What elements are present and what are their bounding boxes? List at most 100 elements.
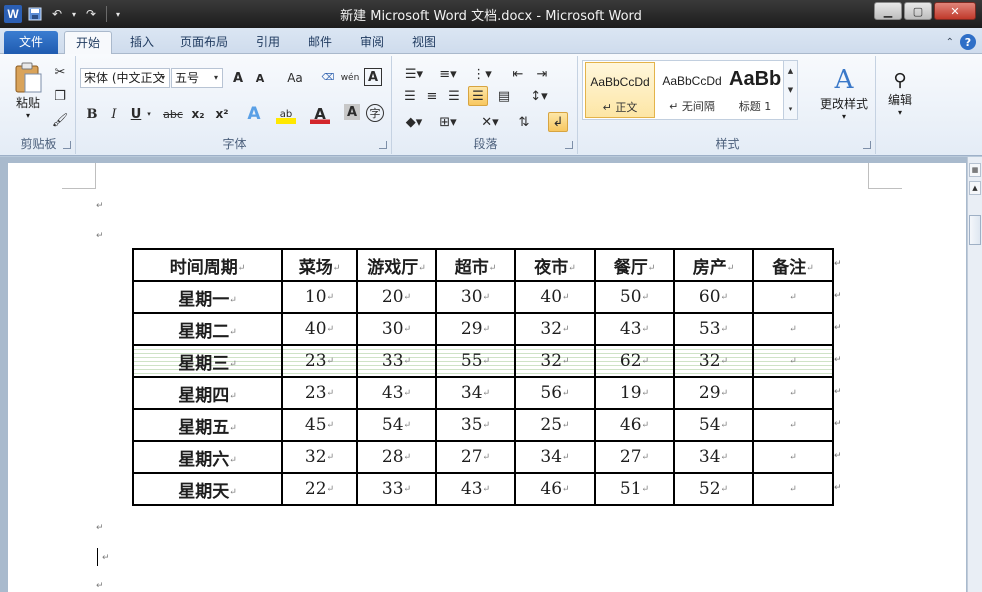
tab-review[interactable]: 审阅	[350, 31, 394, 54]
day-cell[interactable]: 星期二↵	[132, 312, 283, 346]
chevron-up-icon[interactable]: ▲	[788, 67, 793, 75]
value-cell[interactable]: 34↵	[673, 440, 754, 474]
value-cell[interactable]: 33↵	[356, 472, 437, 506]
day-cell[interactable]: 星期一↵	[132, 280, 283, 314]
align-right-icon[interactable]: ☰	[444, 86, 464, 106]
distributed-icon[interactable]: ▤	[494, 86, 514, 106]
value-cell[interactable]: 23↵	[281, 376, 358, 410]
style-heading-1[interactable]: AaBb 标题 1	[729, 62, 781, 118]
value-cell[interactable]: 56↵	[514, 376, 596, 410]
value-cell[interactable]: 35↵	[435, 408, 516, 442]
font-size-combo[interactable]: 五号 ▾	[171, 68, 223, 88]
value-cell[interactable]: 32↵	[514, 312, 596, 346]
day-cell[interactable]: 星期天↵	[132, 472, 283, 506]
value-cell[interactable]: 30↵	[356, 312, 437, 346]
value-cell[interactable]: 51↵	[594, 472, 675, 506]
minimize-ribbon-icon[interactable]: ⌃	[946, 37, 954, 48]
value-cell[interactable]: ↵	[752, 408, 834, 442]
value-cell[interactable]: 46↵	[594, 408, 675, 442]
close-button[interactable]: ✕	[934, 2, 976, 20]
header-cell[interactable]: 备注↵	[752, 248, 834, 282]
day-cell[interactable]: 星期三↵	[132, 344, 283, 378]
line-spacing-icon[interactable]: ↕▾	[526, 86, 552, 106]
value-cell[interactable]: 32↵	[514, 344, 596, 378]
value-cell[interactable]: 27↵	[594, 440, 675, 474]
underline-button[interactable]: U	[126, 104, 146, 124]
value-cell[interactable]: 40↵	[281, 312, 358, 346]
style-gallery-scroll[interactable]: ▲ ▼ ▾	[783, 61, 797, 119]
underline-dropdown-icon[interactable]: ▾	[144, 104, 154, 124]
chevron-down-icon[interactable]: ▼	[788, 86, 793, 94]
value-cell[interactable]: 27↵	[435, 440, 516, 474]
font-color-icon[interactable]: A	[310, 104, 330, 124]
value-cell[interactable]: 29↵	[435, 312, 516, 346]
scroll-thumb[interactable]	[969, 215, 981, 245]
copy-icon[interactable]: ❐	[50, 86, 70, 106]
value-cell[interactable]: 55↵	[435, 344, 516, 378]
style-no-spacing[interactable]: AaBbCcDd ↵ 无间隔	[657, 62, 727, 118]
header-cell[interactable]: 餐厅↵	[594, 248, 675, 282]
italic-button[interactable]: I	[104, 104, 124, 124]
subscript-button[interactable]: x₂	[188, 104, 208, 124]
value-cell[interactable]: 25↵	[514, 408, 596, 442]
value-cell[interactable]: 19↵	[594, 376, 675, 410]
numbering-icon[interactable]: ≡▾	[434, 64, 462, 84]
value-cell[interactable]: ↵	[752, 472, 834, 506]
value-cell[interactable]: 29↵	[673, 376, 754, 410]
justify-icon[interactable]: ☰	[468, 86, 488, 106]
tab-file[interactable]: 文件	[4, 31, 58, 54]
multilevel-list-icon[interactable]: ⋮▾	[468, 64, 496, 84]
value-cell[interactable]: 34↵	[435, 376, 516, 410]
tab-view[interactable]: 视图	[402, 31, 446, 54]
more-icon[interactable]: ▾	[789, 105, 793, 113]
paste-button[interactable]: 粘贴 ▾	[8, 60, 48, 122]
value-cell[interactable]: 60↵	[673, 280, 754, 314]
value-cell[interactable]: 40↵	[514, 280, 596, 314]
change-styles-button[interactable]: A 更改样式 ▾	[816, 58, 872, 128]
value-cell[interactable]: 28↵	[356, 440, 437, 474]
enclose-characters-icon[interactable]: 字	[366, 104, 384, 122]
value-cell[interactable]: 20↵	[356, 280, 437, 314]
font-launcher-icon[interactable]	[379, 141, 387, 149]
character-border-icon[interactable]: A	[364, 68, 382, 86]
strikethrough-button[interactable]: abc	[160, 104, 186, 124]
borders-icon[interactable]: ⊞▾	[434, 112, 462, 132]
header-cell[interactable]: 时间周期↵	[132, 248, 283, 282]
clipboard-launcher-icon[interactable]	[63, 141, 71, 149]
value-cell[interactable]: 46↵	[514, 472, 596, 506]
change-case-icon[interactable]: Aa	[282, 68, 308, 88]
value-cell[interactable]: ↵	[752, 344, 834, 378]
style-normal[interactable]: AaBbCcDd ↵ 正文	[585, 62, 655, 118]
day-cell[interactable]: 星期四↵	[132, 376, 283, 410]
cut-icon[interactable]: ✂	[50, 62, 70, 82]
value-cell[interactable]: 52↵	[673, 472, 754, 506]
text-effects-icon[interactable]: A	[244, 104, 264, 124]
grow-font-icon[interactable]: A	[228, 68, 248, 88]
value-cell[interactable]: 33↵	[356, 344, 437, 378]
vertical-scrollbar[interactable]: ▦ ▲	[967, 157, 982, 592]
value-cell[interactable]: 53↵	[673, 312, 754, 346]
value-cell[interactable]: 54↵	[673, 408, 754, 442]
shrink-font-icon[interactable]: A	[250, 68, 270, 88]
align-center-icon[interactable]: ≡	[422, 86, 442, 106]
sort-icon[interactable]: ⇅	[514, 112, 534, 132]
help-icon[interactable]: ?	[960, 34, 976, 50]
tab-references[interactable]: 引用	[246, 31, 290, 54]
value-cell[interactable]: 62↵	[594, 344, 675, 378]
maximize-button[interactable]: ▢	[904, 2, 932, 20]
increase-indent-icon[interactable]: ⇥	[532, 64, 552, 84]
ruler-toggle-icon[interactable]: ▦	[969, 163, 981, 177]
phonetic-guide-icon[interactable]: wén	[340, 68, 360, 88]
value-cell[interactable]: 22↵	[281, 472, 358, 506]
value-cell[interactable]: 30↵	[435, 280, 516, 314]
editing-button[interactable]: ⚲ 编辑 ▾	[882, 58, 918, 128]
value-cell[interactable]: 45↵	[281, 408, 358, 442]
value-cell[interactable]: 32↵	[281, 440, 358, 474]
value-cell[interactable]: 43↵	[594, 312, 675, 346]
bold-button[interactable]: B	[82, 104, 102, 124]
shading-icon[interactable]: ◆▾	[400, 112, 428, 132]
header-cell[interactable]: 超市↵	[435, 248, 516, 282]
value-cell[interactable]: 54↵	[356, 408, 437, 442]
align-left-icon[interactable]: ☰	[400, 86, 420, 106]
minimize-button[interactable]: ▁	[874, 2, 902, 20]
